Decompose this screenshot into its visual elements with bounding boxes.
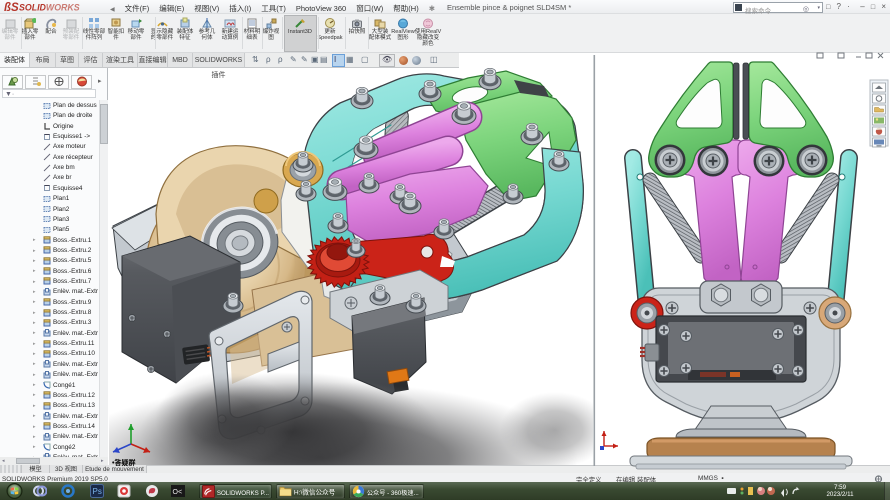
svg-text:Ps: Ps: [93, 487, 102, 496]
svg-text:SOLIDWORKS: SOLIDWORKS: [19, 3, 80, 13]
svg-text:O<: O<: [173, 489, 183, 496]
svg-text:ßS: ßS: [4, 2, 19, 13]
